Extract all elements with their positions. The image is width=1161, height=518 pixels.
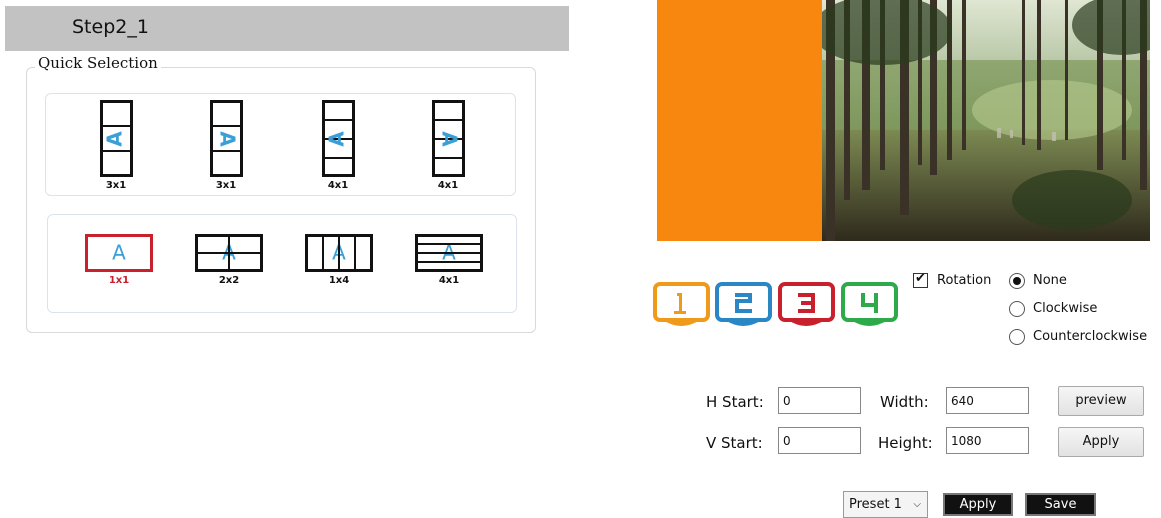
preset-4x1-left-label: 4x1 [327,180,349,191]
preset-4x1-right-label: 4x1 [437,180,459,191]
quick-selection-legend: Quick Selection [35,54,161,72]
height-input[interactable] [946,427,1029,454]
width-input[interactable] [946,387,1029,414]
rotation-clockwise-radio[interactable] [1009,301,1025,317]
monitor-4-icon[interactable] [841,282,898,332]
preset-1x1-label: 1x1 [108,275,130,286]
preview-area[interactable] [657,0,1150,241]
step-header: Step2_1 [5,6,569,51]
preset-3x1-left-label: 3x1 [105,180,127,191]
chevron-down-icon: ⌵ [913,499,921,510]
h-start-input[interactable] [778,387,861,414]
v-start-label: V Start: [706,434,763,452]
svg-text:A: A [438,131,462,147]
vertical-strip-rotate-left-icon: A [100,100,133,177]
rotation-none-label: None [1033,273,1067,288]
rotation-label: Rotation [937,273,992,288]
preview-button[interactable]: preview [1058,386,1144,416]
preset-select[interactable]: Preset 1 ⌵ [843,491,928,518]
preset-select-value: Preset 1 [849,497,902,512]
svg-text:A: A [112,241,126,265]
preset-3x1-right-label: 3x1 [215,180,237,191]
preset-1x4-label: 1x4 [328,275,350,286]
quick-selection-row-vertical: A 3x1 A 3x1 A 4x1 A 4x1 [45,93,516,196]
columns-1x4-icon: A [305,234,373,272]
svg-text:A: A [103,131,127,147]
rotation-counterclockwise-radio[interactable] [1009,329,1025,345]
height-label: Height: [878,434,933,452]
preset-4x1-rows[interactable]: A 4x1 [415,234,483,294]
vertical-strip-rotate-right-icon: A [210,100,243,177]
preset-3x1-left[interactable]: A 3x1 [100,100,140,191]
apply-preset-button[interactable]: Apply [943,493,1013,516]
forest-photo [822,0,1150,241]
preset-2x2[interactable]: A 2x2 [195,234,263,294]
monitor-3-icon[interactable] [778,282,835,332]
rotation-clockwise-label: Clockwise [1033,301,1098,316]
rows-4x1-icon: A [415,234,483,272]
single-screen-icon: A [85,234,153,272]
preview-blank-region [657,0,822,241]
step-title: Step2_1 [72,16,149,38]
preset-2x2-label: 2x2 [218,275,240,286]
preset-3x1-right[interactable]: A 3x1 [210,100,250,191]
rotation-counterclockwise-label: Counterclockwise [1033,329,1148,344]
svg-text:A: A [216,131,240,147]
svg-text:A: A [325,131,349,147]
preset-4x1-left[interactable]: A 4x1 [322,100,362,191]
monitor-2-icon[interactable] [715,282,772,332]
vertical-strip-4-rotate-left-icon: A [322,100,355,177]
grid-2x2-icon: A [195,234,263,272]
width-label: Width: [880,393,929,411]
v-start-input[interactable] [778,427,861,454]
preset-4x1-rows-label: 4x1 [438,275,460,286]
rotation-checkbox[interactable] [913,271,928,288]
apply-position-button[interactable]: Apply [1058,427,1144,457]
rotation-none-radio[interactable] [1009,273,1025,289]
preset-1x1[interactable]: A 1x1 [85,234,153,294]
quick-selection-row-horizontal: A 1x1 A 2x2 A 1x4 A 4x1 [47,214,517,313]
monitor-1-icon[interactable] [653,282,710,332]
save-button[interactable]: Save [1025,493,1096,516]
preset-4x1-right[interactable]: A 4x1 [432,100,472,191]
h-start-label: H Start: [706,393,764,411]
preset-1x4[interactable]: A 1x4 [305,234,373,294]
vertical-strip-4-rotate-right-icon: A [432,100,465,177]
